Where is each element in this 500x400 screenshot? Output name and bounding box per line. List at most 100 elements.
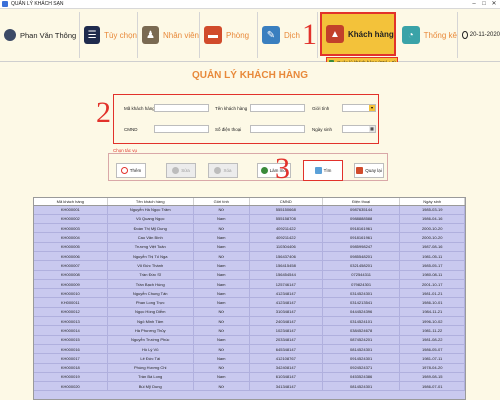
table-cell: Ngọc Hồng Diễm bbox=[107, 307, 194, 318]
nav-item-label: Nhân viên bbox=[162, 30, 199, 40]
nav-item-room[interactable]: ▬ Phòng bbox=[200, 12, 258, 58]
table-cell: KH000009 bbox=[34, 279, 108, 290]
table-row[interactable]: KH000005 Trương Việt Toản Nam 110304406 0985… bbox=[34, 242, 465, 253]
chevron-down-icon[interactable]: ▾ bbox=[369, 105, 375, 111]
table-row[interactable]: KH000017 Lê Đức Tài Nam 412108767 0914524301… bbox=[34, 353, 465, 364]
table-cell: KH000010 bbox=[34, 288, 108, 299]
customer-table[interactable]: Mã khách hàng Tên khách hàng Giới tính C… bbox=[33, 197, 466, 400]
table-cell: Nguyễn Thị Tố Nga bbox=[107, 251, 194, 262]
table-row[interactable]: KH000008 Trần Đức Sĩ Nam 156454544 072544311… bbox=[34, 270, 465, 280]
table-cell: 1986-07-01 bbox=[399, 381, 465, 392]
current-date: 20-11-2020 bbox=[469, 32, 500, 38]
table-cell: Nam bbox=[193, 214, 250, 225]
table-row[interactable]: KH000019 Trần Bá Long Nam 610348147 04535243… bbox=[34, 372, 465, 383]
calendar-icon[interactable]: ▦ bbox=[369, 126, 375, 132]
back-icon bbox=[356, 167, 364, 174]
column-header[interactable]: Điện thoại bbox=[322, 198, 401, 206]
table-cell: Cao Văn Bình bbox=[107, 232, 194, 243]
table-cell: Nữ bbox=[193, 251, 250, 262]
column-header[interactable]: Ngày sinh bbox=[399, 198, 465, 206]
table-row[interactable]: KH000011 Phan Long Trực Nam 412348147 031421… bbox=[34, 297, 465, 308]
table-cell: Phan Long Trực bbox=[107, 297, 194, 308]
table-cell: Trần Đức Sĩ bbox=[107, 270, 194, 280]
table-cell: KH000011 bbox=[34, 297, 108, 308]
table-row[interactable]: KH000013 Ngô Minh Tâm Nữ 240348147 031452410… bbox=[34, 316, 465, 327]
app-icon bbox=[2, 1, 8, 7]
edit-button[interactable]: Sửa bbox=[166, 163, 196, 178]
minimize-icon[interactable]: – bbox=[470, 1, 478, 7]
user-profile[interactable]: Phan Văn Thông bbox=[0, 12, 80, 58]
birthday-picker[interactable]: ▦ bbox=[342, 125, 376, 133]
table-cell: 409211422 bbox=[249, 232, 323, 243]
table-cell: Trương Việt Toản bbox=[107, 242, 194, 253]
main-content: QUẢN LÝ KHÁCH HÀNG Mã khách hàng Tên khá… bbox=[0, 62, 500, 400]
table-cell: 310348147 bbox=[249, 307, 323, 318]
table-cell: 0314524301 bbox=[322, 288, 401, 299]
table-cell: 1986-04-16 bbox=[399, 214, 465, 225]
table-row[interactable]: KH000016 Hồ Lý Vũ Nữ 645348147 0814524301 198… bbox=[34, 344, 465, 355]
table-cell: Nam bbox=[193, 260, 250, 271]
table-row[interactable]: KH000012 Ngọc Hồng Diễm Nữ 310348147 0444524… bbox=[34, 307, 465, 318]
add-button-label: Thêm bbox=[129, 168, 142, 173]
user-name: Phan Văn Thông bbox=[20, 30, 77, 40]
nav-item-staff[interactable]: ♟ Nhân viên bbox=[138, 12, 200, 58]
function-group bbox=[108, 153, 388, 181]
table-cell: 2000-10-20 bbox=[399, 232, 465, 243]
table-row[interactable]: KH000004 Cao Văn Bình Nam 409211422 09181619… bbox=[34, 232, 465, 243]
back-button[interactable]: Quay lại bbox=[354, 163, 384, 178]
table-row[interactable]: KH000018 Phùng Hương Chi Nữ 342408147 092452… bbox=[34, 363, 465, 373]
customer-name-input[interactable] bbox=[250, 104, 305, 112]
table-cell: Nam bbox=[193, 353, 250, 364]
column-header[interactable]: CMND bbox=[249, 198, 323, 206]
table-cell: 1981-11-22 bbox=[399, 325, 465, 336]
table-cell: KH000017 bbox=[34, 353, 108, 364]
table-cell: 0918161961 bbox=[322, 223, 401, 234]
table-row[interactable]: KH000001 Nguyễn Hà Ngọc Trâm Nữ 555150668 09… bbox=[34, 205, 465, 215]
phone-input[interactable] bbox=[250, 125, 305, 133]
nav-item-label: Tùy chọn bbox=[104, 30, 137, 40]
table-cell: 409211422 bbox=[249, 223, 323, 234]
refresh-icon bbox=[260, 167, 268, 174]
customer-id-input[interactable] bbox=[154, 104, 209, 112]
annotation-number-2: 2 bbox=[96, 96, 111, 129]
table-cell: Nữ bbox=[193, 316, 250, 327]
gender-select[interactable]: ▾ bbox=[342, 104, 376, 112]
customer-icon: ▲ bbox=[326, 25, 344, 43]
table-cell: 156454544 bbox=[249, 270, 323, 280]
column-header[interactable]: Tên khách hàng bbox=[107, 198, 194, 206]
birthday-label: Ngày sinh bbox=[312, 127, 333, 132]
table-row[interactable]: KH000003 Đoàn Thị Mỹ Dung Nữ 409211422 09181… bbox=[34, 223, 465, 234]
table-cell: KH000016 bbox=[34, 344, 108, 355]
table-cell: 555150668 bbox=[249, 205, 323, 215]
table-row[interactable]: KH000020 Bùi Mỹ Dung Nữ 341348147 0814524301… bbox=[34, 381, 465, 392]
table-row[interactable]: KH000002 Vũ Quang Ngọc Nam 555158708 0988888… bbox=[34, 214, 465, 225]
table-row[interactable]: KH000006 Nguyễn Thị Tố Nga Nữ 156437406 0985… bbox=[34, 251, 465, 262]
table-cell: 1985-03-19 bbox=[399, 205, 465, 215]
table-cell: Nam bbox=[193, 372, 250, 383]
table-row[interactable]: KH000014 Hà Phương Thủy Nữ 102348147 0384524… bbox=[34, 325, 465, 336]
id-card-input[interactable] bbox=[154, 125, 209, 133]
table-cell: 0814524301 bbox=[322, 381, 401, 392]
table-cell: Hồ Lý Vũ bbox=[107, 344, 194, 355]
table-row[interactable]: KH000010 Nguyễn Chung Tấn Nam 412348147 0314… bbox=[34, 288, 465, 299]
add-button[interactable]: Thêm bbox=[116, 163, 146, 178]
table-row[interactable]: KH000007 Võ Đức Thành Nam 156415458 03214582… bbox=[34, 260, 465, 271]
column-header[interactable]: Giới tính bbox=[193, 198, 250, 206]
nav-item-options[interactable]: ☰ Tùy chọn bbox=[80, 12, 138, 58]
table-cell: 1985-05-17 bbox=[399, 260, 465, 271]
table-row[interactable]: KH000015 Nguyễn Trường Phúc Nam 203348147 08… bbox=[34, 335, 465, 345]
table-cell: 0314524101 bbox=[322, 316, 401, 327]
table-row[interactable]: KH000009 Trần Bạch Hùng Nam 125746147 079824… bbox=[34, 279, 465, 290]
table-cell: KH000018 bbox=[34, 363, 108, 373]
delete-button[interactable]: Xóa bbox=[208, 163, 238, 178]
table-cell: Nam bbox=[193, 232, 250, 243]
maximize-icon[interactable]: □ bbox=[480, 1, 488, 7]
column-header[interactable]: Mã khách hàng bbox=[34, 198, 108, 206]
nav-item-stats[interactable]: ◔ Thống kê bbox=[398, 12, 458, 58]
nav-item-customer[interactable]: ▲ Khách hàng bbox=[320, 12, 396, 56]
table-cell: 102348147 bbox=[249, 325, 323, 336]
close-icon[interactable]: ✕ bbox=[490, 1, 498, 7]
table-cell: 156415458 bbox=[249, 260, 323, 271]
table-cell: 555158708 bbox=[249, 214, 323, 225]
search-button[interactable]: Tìm bbox=[303, 160, 343, 181]
